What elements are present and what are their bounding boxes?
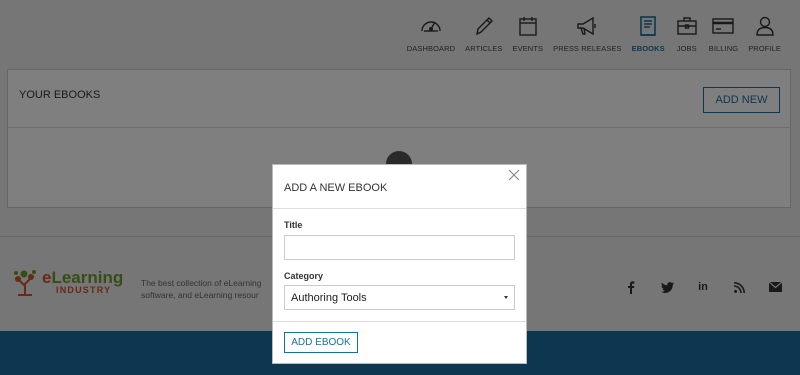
close-icon[interactable] <box>508 169 520 181</box>
category-select[interactable]: Authoring Tools <box>284 285 515 310</box>
modal-title: ADD A NEW EBOOK <box>284 182 388 194</box>
modal-header: ADD A NEW EBOOK <box>273 165 526 209</box>
modal-footer-divider <box>273 321 526 322</box>
add-ebook-button[interactable]: ADD EBOOK <box>284 332 358 353</box>
category-selected-value: Authoring Tools <box>291 291 367 304</box>
title-input[interactable] <box>284 235 515 260</box>
add-ebook-modal: ADD A NEW EBOOK Title Category Authoring… <box>272 164 527 364</box>
chevron-down-icon <box>504 296 508 299</box>
category-field-label: Category <box>284 271 324 281</box>
title-field-label: Title <box>284 220 303 230</box>
